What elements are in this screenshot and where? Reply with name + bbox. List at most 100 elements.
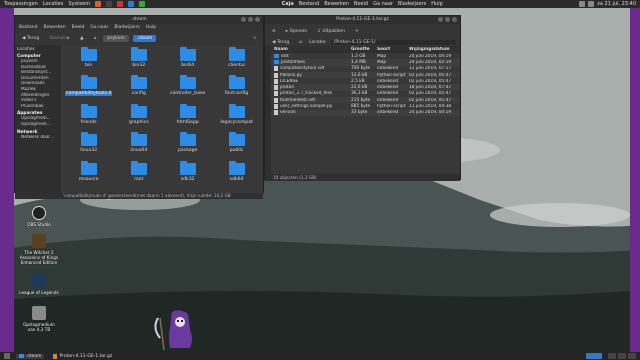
table-row[interactable]: LICENSE 2,5 kB onbekend 02 juni 2019, 05:47 <box>271 78 460 84</box>
folder-item[interactable]: clientui <box>214 47 259 75</box>
add-icon[interactable]: + <box>352 28 362 35</box>
up-icon[interactable]: ▲ <box>77 35 86 42</box>
folder-item[interactable]: package <box>165 132 210 160</box>
menu-edit[interactable]: Bewerken <box>43 25 65 30</box>
forward-button[interactable]: Vooruit ▶ <box>46 35 73 42</box>
app-menu-bookmarks[interactable]: Bladwijzers <box>398 1 426 7</box>
folder-item[interactable]: fontconfig <box>214 75 259 103</box>
breadcrumb-steam[interactable]: .steam <box>132 34 157 42</box>
table-row[interactable]: protonfixes 1,4 MB Map 24 juni 2019, 02:19 <box>271 59 460 66</box>
sidebar-item-drive-2[interactable]: Opslagmedi... <box>17 122 59 128</box>
app-menu-file[interactable]: Bestand <box>299 1 319 7</box>
column-header-size[interactable]: Grootte <box>351 47 377 52</box>
task-steam-window[interactable]: .steam <box>16 353 45 359</box>
app-menu-edit[interactable]: Bewerken <box>324 1 349 7</box>
terminal-icon[interactable] <box>106 1 113 7</box>
top-menu-applications[interactable]: Toepassingen <box>4 1 38 7</box>
close-icon[interactable] <box>255 17 260 22</box>
menu-help[interactable]: Hulp <box>146 25 156 30</box>
window-titlebar[interactable]: Proton-4.11-GE-1.tar.gz <box>265 16 460 24</box>
top-menu-system[interactable]: Systeem <box>68 1 90 7</box>
folder-item[interactable]: bin64 <box>165 47 210 75</box>
workspace-indicator[interactable] <box>586 353 602 359</box>
desktop-icon-obs[interactable]: OBS Studio <box>19 206 59 227</box>
status-bar: 10 objecten (1,3 GB) <box>265 174 460 181</box>
open-button[interactable]: ▸ Openen <box>283 28 310 35</box>
breadcrumb-psykom[interactable]: psykom <box>103 34 129 42</box>
volume-icon[interactable] <box>588 1 595 7</box>
folder-item[interactable]: public <box>214 132 259 160</box>
clock[interactable]: za 21 jul, 23:40 <box>597 1 636 7</box>
column-header-date[interactable]: Wijzigingsdatum <box>409 47 459 52</box>
column-header-name[interactable]: Naam <box>271 47 351 52</box>
folder-item[interactable]: friends <box>65 103 112 132</box>
workspace-3[interactable] <box>628 353 636 359</box>
file-size: 22,6 kB <box>351 85 368 91</box>
minimize-icon[interactable] <box>241 17 246 22</box>
folder-item[interactable]: bin32 <box>116 47 161 75</box>
menu-go[interactable]: Ga naar <box>90 25 108 30</box>
folder-icon <box>80 103 97 118</box>
menu-bookmarks[interactable]: Bladwijzers <box>114 25 139 30</box>
sidebar-item-network[interactable]: Netwerk door... <box>17 135 59 141</box>
workspace-1[interactable] <box>608 353 616 359</box>
close-icon[interactable] <box>452 17 457 22</box>
folder-item[interactable]: linux32 <box>65 132 112 160</box>
folder-label: sdk32 <box>180 176 195 182</box>
table-row[interactable]: compatibilitytool.vdf 700 byte onbekend 12 … <box>271 66 460 72</box>
folder-item[interactable]: sdk64 <box>214 160 259 189</box>
menu-view[interactable]: Beeld <box>72 25 85 30</box>
desktop-icon-league[interactable]: League of Legends <box>19 274 59 295</box>
folder-item[interactable]: legacycompat <box>214 103 259 132</box>
table-row[interactable]: version 33 byte onbekend 24 juni 2019, 04:1… <box>271 109 460 116</box>
folder-item[interactable]: htmlSapp <box>165 103 210 132</box>
firefox-icon[interactable] <box>95 1 102 7</box>
folder-item[interactable]: compatibilitytools.d <box>65 75 113 103</box>
sidebar-item-trash[interactable]: Prullenbak <box>17 104 59 110</box>
folder-item[interactable]: linux64 <box>116 132 161 160</box>
menu-icon[interactable]: ≡ <box>269 28 279 35</box>
home-icon[interactable]: ⌂ <box>91 35 100 42</box>
app-launcher-icon[interactable] <box>117 1 124 7</box>
extract-button[interactable]: ⇩ Uitpakken <box>314 28 348 35</box>
column-header-type[interactable]: Soort <box>377 47 409 52</box>
desktop-icon-witcher[interactable]: The Witcher 2 Assassins of Kings Enhance… <box>19 234 59 265</box>
folder-item[interactable]: root <box>116 160 161 189</box>
table-row[interactable]: filelock.py 12,6 kB Python-script 02 juni 2… <box>271 71 460 79</box>
file-icon <box>274 85 278 91</box>
table-row[interactable]: toolmanifest.vdf 215 byte onbekend 02 juni … <box>271 97 460 104</box>
desktop-icon-drive[interactable]: Opslagmedium van 4,3 TB <box>19 306 59 332</box>
table-row[interactable]: dist 1,3 GB Map 24 juni 2019, 04:19 <box>271 53 460 59</box>
app-menu-go[interactable]: Ga naar <box>373 1 393 7</box>
steam-icon[interactable] <box>128 1 135 7</box>
workspace-2[interactable] <box>618 353 626 359</box>
show-desktop-icon[interactable] <box>4 353 10 359</box>
app-menu-help[interactable]: Hulp <box>431 1 443 7</box>
folder-icon <box>179 132 196 147</box>
home-icon[interactable]: ⌂ <box>296 39 305 46</box>
maximize-icon[interactable] <box>248 17 253 22</box>
minimize-icon[interactable] <box>438 17 443 22</box>
location-input[interactable]: /Proton-4.11-GE-1/ <box>330 39 456 45</box>
search-icon[interactable]: ⌕ <box>250 34 259 42</box>
back-button[interactable]: ◀ Terug <box>19 35 42 42</box>
folder-item[interactable]: config <box>116 75 161 103</box>
folder-item[interactable]: sdk32 <box>165 160 210 189</box>
folder-item[interactable]: resource <box>65 160 112 189</box>
folder-item[interactable]: graphics <box>116 103 161 132</box>
back-button[interactable]: ◀ Terug <box>269 39 292 46</box>
file-icon <box>274 110 278 116</box>
whatsapp-icon[interactable] <box>139 1 146 7</box>
folder-item[interactable]: controller_base <box>165 75 210 103</box>
table-row[interactable]: user_settings.sample.py 885 byte Python-sc… <box>271 103 460 110</box>
table-row[interactable]: proton 22,6 kB onbekend 18 juni 2019, 07:47 <box>271 84 460 91</box>
menu-file[interactable]: Bestand <box>19 25 37 30</box>
task-archive-window[interactable]: Proton-4.11-GE-1.tar.gz <box>50 353 115 359</box>
app-menu-view[interactable]: Beeld <box>354 1 368 7</box>
table-row[interactable]: proton_3.7_tracked_files 36,3 kB onbekend 0… <box>271 91 460 97</box>
top-menu-places[interactable]: Locaties <box>43 1 64 7</box>
folder-item[interactable]: bin <box>65 47 112 75</box>
window-titlebar[interactable]: .steam <box>15 16 263 24</box>
maximize-icon[interactable] <box>445 17 450 22</box>
network-icon[interactable] <box>579 1 586 7</box>
